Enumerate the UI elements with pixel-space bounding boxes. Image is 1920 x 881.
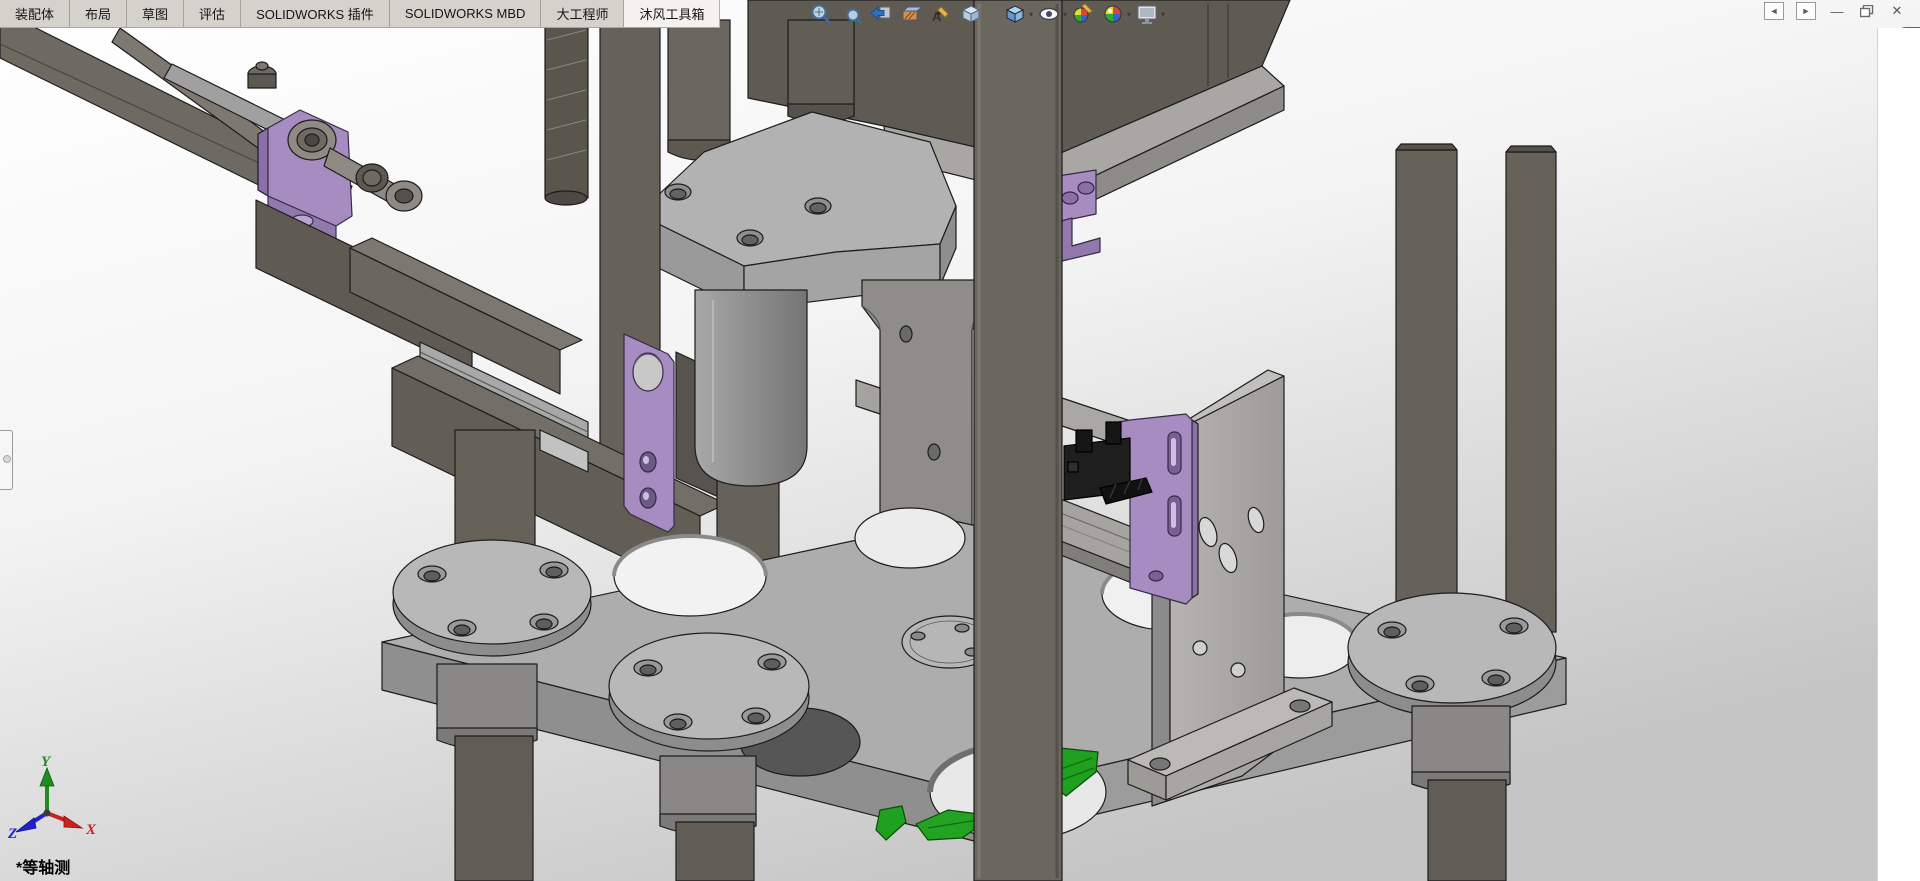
model-flange-left[interactable] [392, 539, 592, 657]
tab-label: 沐风工具箱 [639, 7, 705, 22]
feature-tree-flyout-tab[interactable] [0, 430, 13, 490]
tab-evaluate[interactable]: 评估 [184, 0, 242, 27]
model-flange-center[interactable] [608, 632, 810, 752]
annotation-views-icon[interactable]: A [928, 1, 954, 27]
tab-layout[interactable]: 布局 [70, 0, 128, 27]
minimize-button[interactable]: — [1828, 3, 1846, 19]
tab-assembly[interactable]: 装配体 [0, 0, 71, 27]
tab-label: 装配体 [15, 7, 55, 22]
apply-scene-icon[interactable] [1100, 1, 1126, 27]
previous-view-icon[interactable] [868, 1, 894, 27]
chevron-down-icon[interactable]: ▾ [1127, 10, 1131, 19]
chevron-down-icon[interactable]: ▾ [1161, 10, 1165, 19]
model-cylinder-top-left[interactable] [667, 19, 731, 161]
section-view-icon[interactable] [898, 1, 924, 27]
model-column-front[interactable] [973, 0, 1063, 881]
tab-sketch[interactable]: 草图 [127, 0, 185, 27]
tab-label: 草图 [142, 7, 169, 22]
tab-mufeng-toolbox[interactable]: 沐风工具箱 [624, 0, 721, 27]
edit-appearance-icon[interactable] [1070, 1, 1096, 27]
restore-button[interactable] [1858, 3, 1876, 19]
zoom-to-fit-icon[interactable] [808, 1, 834, 27]
chevron-down-icon[interactable]: ▾ [1063, 10, 1067, 19]
graphics-area[interactable]: Y Z X [0, 0, 1920, 881]
hide-show-items-icon[interactable] [1036, 1, 1062, 27]
tab-addins[interactable]: SOLIDWORKS 插件 [241, 0, 390, 27]
next-window-button[interactable]: ► [1796, 2, 1816, 20]
model-column-far-right[interactable] [1505, 145, 1557, 633]
tab-mbd[interactable]: SOLIDWORKS MBD [389, 0, 542, 27]
model-flat-bracket-purple[interactable] [623, 333, 675, 533]
model-threaded-rod[interactable] [544, 19, 589, 206]
tab-label: 评估 [199, 7, 226, 22]
previous-window-button[interactable]: ◄ [1764, 2, 1784, 20]
heads-up-toolbar: A ▾ ▾ ▾ ▾ [806, 1, 1166, 27]
triad-z-label: Z [7, 826, 17, 842]
flyout-dot-icon [3, 455, 11, 463]
display-style-icon[interactable] [1002, 1, 1028, 27]
task-pane [1877, 28, 1920, 881]
close-button[interactable]: ✕ [1888, 3, 1906, 19]
view-orientation-icon[interactable] [958, 1, 984, 27]
model-cylinder-top-right[interactable] [787, 19, 855, 124]
view-orientation-label: *等轴测 [16, 860, 71, 877]
tab-label: 大工程师 [556, 7, 609, 22]
triad-x-label: X [85, 822, 97, 838]
model-column-back-right[interactable] [1395, 143, 1458, 621]
tab-label: SOLIDWORKS MBD [404, 6, 526, 21]
tab-label: SOLIDWORKS 插件 [256, 7, 374, 22]
zoom-to-area-icon[interactable] [838, 1, 864, 27]
chevron-down-icon[interactable]: ▾ [1029, 10, 1033, 19]
ribbon-tab-bar: 装配体 布局 草图 评估 SOLIDWORKS 插件 SOLIDWORKS MB… [0, 0, 721, 28]
model-flange-right[interactable] [1347, 592, 1557, 718]
view-settings-icon[interactable] [1134, 1, 1160, 27]
tab-label: 布局 [85, 7, 112, 22]
tab-big-engineer[interactable]: 大工程师 [541, 0, 625, 27]
window-controls: ◄ ► — ✕ [1764, 2, 1906, 20]
